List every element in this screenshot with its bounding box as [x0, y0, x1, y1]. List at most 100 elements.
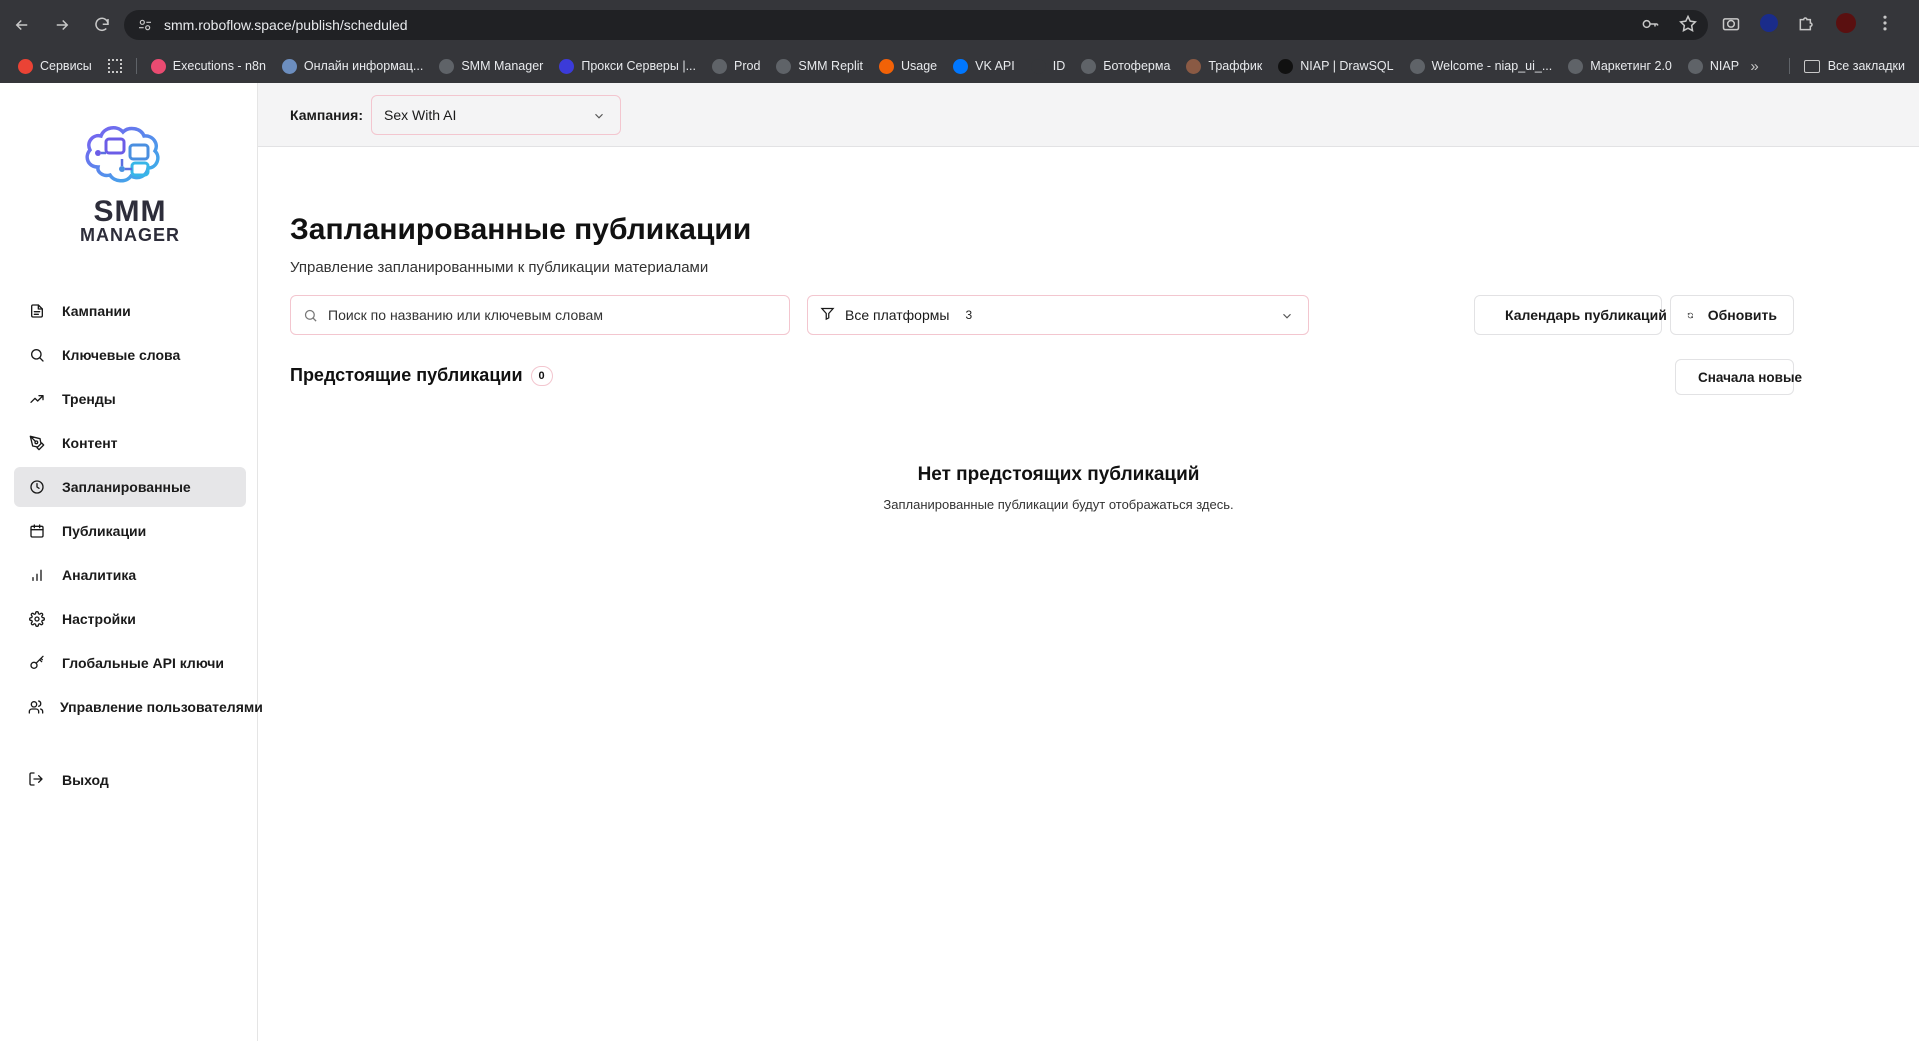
logout-button[interactable]: Выход — [28, 771, 109, 789]
menu-dots-icon[interactable] — [1874, 12, 1896, 34]
bookmark-item[interactable]: Траффик — [1186, 58, 1262, 74]
back-button[interactable] — [4, 7, 40, 43]
campaign-select-value: Sex With AI — [384, 106, 457, 123]
sidebar-item[interactable]: Ключевые слова — [14, 335, 246, 375]
page-subtitle: Управление запланированными к публикации… — [290, 259, 709, 276]
campaign-label: Кампания: — [290, 106, 363, 123]
arrow-right-icon — [56, 19, 69, 30]
bookmark-item[interactable]: Welcome - niap_ui_... — [1409, 58, 1553, 74]
all-bookmarks-link[interactable]: Все закладки — [1828, 59, 1905, 73]
bookmark-label: Welcome - niap_ui_... — [1431, 59, 1553, 73]
bookmark-separator — [135, 58, 137, 74]
vk-icon — [953, 58, 969, 74]
bookmark-item[interactable]: NIAP — [1687, 58, 1739, 74]
globe-icon — [439, 58, 455, 74]
proxy-icon — [559, 58, 575, 74]
bookmark-label: Ботоферма — [1103, 59, 1171, 73]
sidebar-item[interactable]: Запланированные — [14, 467, 246, 507]
sidebar-item-label: Контент — [62, 435, 118, 451]
clock-icon — [28, 478, 46, 496]
gear-icon — [28, 610, 46, 628]
puzzle-extensions-icon[interactable] — [1796, 12, 1818, 34]
globe-icon — [712, 58, 727, 74]
browser-toolbar: smm.roboflow.space/publish/scheduled — [0, 0, 1919, 49]
refresh-button-label: Обновить — [1707, 307, 1777, 323]
sidebar-item-label: Управление пользователями — [60, 699, 263, 715]
n8n-icon — [150, 58, 166, 74]
bookmark-item[interactable]: Онлайн информац... — [281, 58, 424, 74]
forward-button[interactable] — [44, 7, 80, 43]
bookmark-item[interactable]: Маркетинг 2.0 — [1568, 58, 1672, 74]
search-icon — [304, 309, 317, 322]
password-key-icon[interactable] — [1640, 14, 1660, 34]
sidebar-item[interactable]: Глобальные API ключи — [14, 643, 246, 683]
bookmark-label: ID — [1052, 59, 1066, 73]
sidebar-item[interactable]: Тренды — [14, 379, 246, 419]
bookmark-item[interactable]: Executions - n8n — [150, 58, 266, 74]
bookmark-label: VK API — [975, 59, 1015, 73]
search-box[interactable] — [290, 295, 790, 335]
sidebar-item[interactable]: Кампании — [14, 291, 246, 331]
sidebar-item[interactable]: Управление пользователями — [14, 687, 263, 727]
bookmark-item[interactable]: Прокси Серверы |... — [559, 58, 696, 74]
sidebar-item-label: Глобальные API ключи — [62, 655, 224, 671]
page-title: Запланированные публикации — [290, 213, 752, 246]
empty-state-title: Нет предстоящих публикаций — [917, 464, 1200, 485]
sort-button-label: Сначала новые — [1698, 369, 1802, 385]
star-icon[interactable] — [1678, 14, 1698, 34]
r-logo-icon — [1030, 58, 1046, 74]
bookmark-label: Онлайн информац... — [303, 59, 424, 73]
chevron-down-icon — [592, 109, 606, 126]
bookmark-item[interactable]: Prod — [712, 58, 760, 74]
sidebar-item[interactable]: Настройки — [14, 599, 246, 639]
profile-avatar-icon[interactable] — [1836, 13, 1856, 33]
camera-extension-icon[interactable] — [1720, 12, 1742, 34]
more-bookmarks-icon[interactable]: » — [1750, 58, 1758, 75]
empty-state-subtitle: Запланированные публикации будут отображ… — [883, 497, 1234, 512]
sidebar-item[interactable]: Публикации — [14, 511, 246, 551]
avatar-icon — [1186, 58, 1202, 74]
sidebar-item[interactable]: Аналитика — [14, 555, 246, 595]
reload-button[interactable] — [84, 7, 120, 43]
platform-filter-select[interactable]: Все платформы 3 — [807, 295, 1309, 335]
bookmark-label: Сервисы — [40, 59, 92, 73]
sidebar-item-label: Кампании — [62, 303, 131, 319]
section-title: Предстоящие публикации — [290, 365, 523, 385]
sort-button[interactable]: Сначала новые — [1675, 359, 1802, 395]
bookmark-item[interactable]: NIAP | DrawSQL — [1278, 58, 1394, 74]
globe-icon — [1687, 58, 1703, 74]
bookmark-label: Executions - n8n — [172, 59, 266, 73]
url-text[interactable]: smm.roboflow.space/publish/scheduled — [164, 17, 408, 33]
refresh-button[interactable]: Обновить — [1670, 295, 1794, 335]
logout-label: Выход — [62, 772, 109, 788]
main-content: Запланированные публикации Управление за… — [258, 147, 1919, 1041]
file-icon — [28, 302, 46, 320]
calendar-button[interactable]: Календарь публикаций — [1474, 295, 1667, 335]
v-logo-icon — [281, 58, 297, 74]
search-input[interactable] — [328, 307, 768, 323]
bookmark-item[interactable]: Сервисы — [18, 58, 92, 74]
upcoming-count-badge: 0 — [530, 365, 553, 386]
bookmark-label: Usage — [901, 59, 938, 73]
logo-text-manager: MANAGER — [80, 225, 180, 245]
extension-badge-icon[interactable] — [1760, 14, 1778, 32]
sidebar-item-label: Публикации — [62, 523, 147, 539]
campaign-select[interactable]: Sex With AI — [371, 94, 621, 135]
bookmark-item[interactable]: SMM Replit — [776, 58, 863, 74]
bookmark-label: SMM Replit — [798, 59, 863, 73]
sidebar-item-label: Аналитика — [62, 567, 137, 583]
arrow-left-icon — [15, 19, 28, 30]
sidebar-item[interactable]: Контент — [14, 423, 246, 463]
bookmark-item[interactable]: Ботоферма — [1081, 58, 1171, 74]
bookmark-item[interactable]: Usage — [879, 58, 938, 74]
drawsql-icon — [1278, 58, 1294, 74]
calendar-button-label: Календарь публикаций — [1505, 307, 1667, 323]
bookmark-item[interactable]: VK API — [953, 58, 1015, 74]
bookmark-item[interactable]: ID — [1030, 58, 1066, 74]
site-settings-icon[interactable] — [130, 10, 160, 40]
address-bar[interactable]: smm.roboflow.space/publish/scheduled — [124, 10, 1708, 40]
refresh-icon — [1687, 312, 1693, 318]
tab-groups-icon[interactable] — [107, 59, 122, 73]
bookmark-item[interactable]: SMM Manager — [439, 58, 543, 74]
app-logo[interactable]: SMM MANAGER — [70, 119, 190, 249]
